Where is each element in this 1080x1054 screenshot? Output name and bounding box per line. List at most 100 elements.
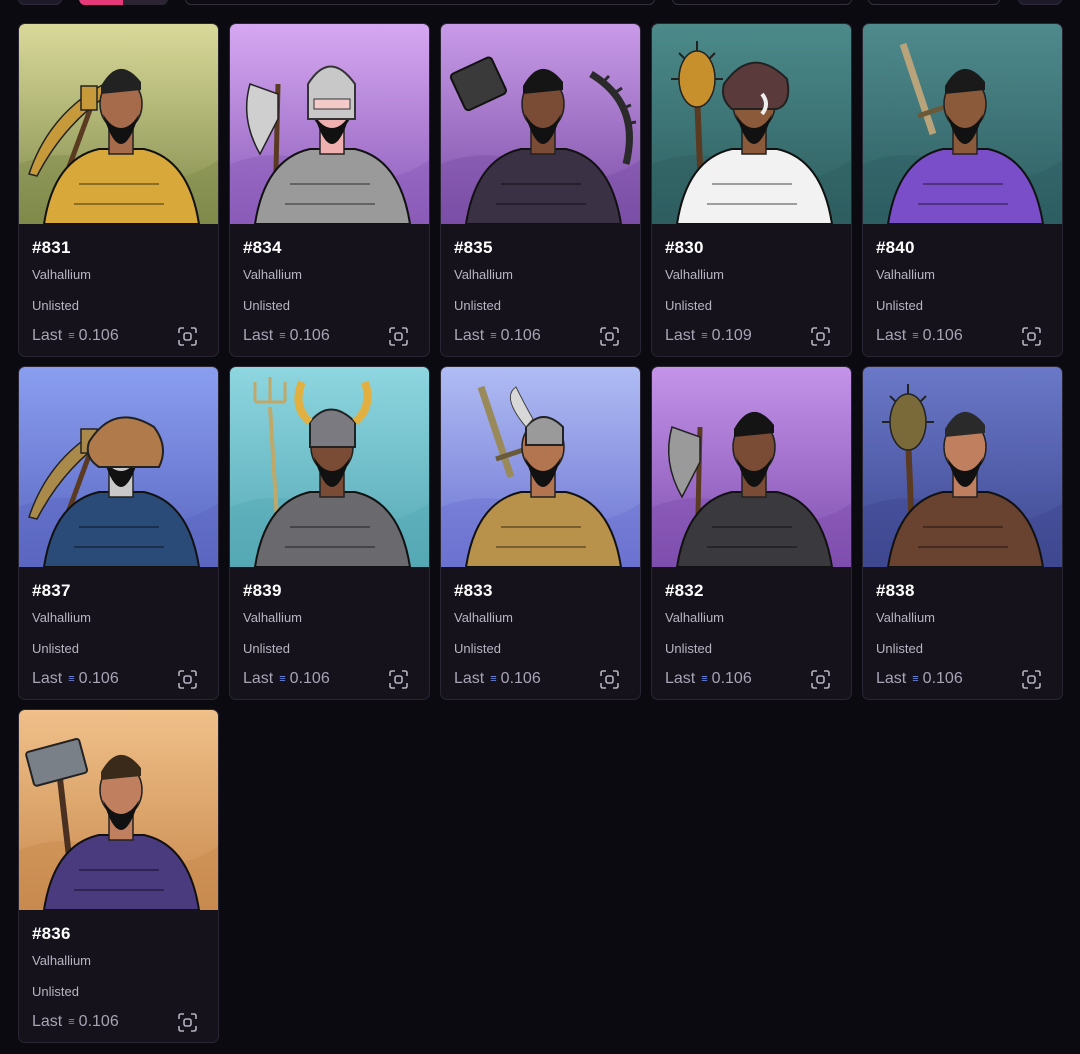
collection-name[interactable]: Valhallium: [665, 267, 724, 282]
collection-name[interactable]: Valhallium: [32, 267, 91, 282]
scan-icon[interactable]: [178, 1013, 197, 1032]
listing-status: Unlisted: [454, 641, 501, 656]
collection-name[interactable]: Valhallium: [243, 610, 302, 625]
eth-icon: ≡: [279, 673, 286, 685]
listing-status: Unlisted: [32, 641, 79, 656]
collection-name[interactable]: Valhallium: [32, 953, 91, 968]
card-info: #838 Valhallium Unlisted Last ≡ 0.106: [863, 567, 1062, 699]
card-info: #833 Valhallium Unlisted Last ≡ 0.106: [441, 567, 640, 699]
nft-artwork: [863, 367, 1062, 567]
price-value: 0.106: [922, 670, 963, 687]
scan-icon[interactable]: [600, 670, 619, 689]
nft-image[interactable]: [863, 367, 1062, 567]
listing-status: Unlisted: [876, 641, 923, 656]
listing-status: Unlisted: [243, 298, 290, 313]
price-value: 0.106: [500, 670, 541, 687]
nft-card[interactable]: #830 Valhallium Unlisted Last ≡ 0.109: [651, 23, 852, 357]
filter-button[interactable]: [18, 0, 62, 5]
gallery-page: #831 Valhallium Unlisted Last ≡ 0.106 #8…: [0, 0, 1080, 1054]
scan-icon[interactable]: [1022, 327, 1041, 346]
eth-icon: ≡: [68, 330, 75, 342]
listing-status: Unlisted: [32, 984, 79, 999]
nft-artwork: [19, 24, 218, 224]
scan-icon[interactable]: [389, 327, 408, 346]
card-info: #831 Valhallium Unlisted Last ≡ 0.106: [19, 224, 218, 356]
collection-name[interactable]: Valhallium: [665, 610, 724, 625]
nft-card[interactable]: #833 Valhallium Unlisted Last ≡ 0.106: [440, 366, 641, 700]
nft-card[interactable]: #831 Valhallium Unlisted Last ≡ 0.106: [18, 23, 219, 357]
token-name: #832: [665, 581, 704, 600]
nft-card[interactable]: #836 Valhallium Unlisted Last ≡ 0.106: [18, 709, 219, 1043]
scan-icon[interactable]: [1022, 670, 1041, 689]
scan-icon[interactable]: [178, 670, 197, 689]
nft-image[interactable]: [230, 24, 429, 224]
scan-icon[interactable]: [389, 670, 408, 689]
token-name: #838: [876, 581, 915, 600]
eth-icon: ≡: [279, 330, 286, 342]
collection-name[interactable]: Valhallium: [454, 610, 513, 625]
eth-icon: ≡: [912, 330, 919, 342]
nft-image[interactable]: [19, 710, 218, 910]
nft-image[interactable]: [652, 367, 851, 567]
collection-name[interactable]: Valhallium: [454, 267, 513, 282]
collection-name[interactable]: Valhallium: [876, 610, 935, 625]
nft-image[interactable]: [652, 24, 851, 224]
view-toggle[interactable]: [79, 0, 168, 5]
eth-icon: ≡: [912, 673, 919, 685]
listing-status: Unlisted: [243, 641, 290, 656]
price-value: 0.109: [711, 327, 752, 344]
last-price: Last ≡ 0.106: [32, 327, 119, 345]
price-value: 0.106: [500, 327, 541, 344]
listing-status: Unlisted: [665, 641, 712, 656]
price-prefix: Last: [243, 327, 274, 344]
search-input[interactable]: [185, 0, 655, 5]
settings-button[interactable]: [1018, 0, 1062, 5]
scan-icon[interactable]: [811, 670, 830, 689]
token-name: #830: [665, 238, 704, 257]
token-name: #837: [32, 581, 71, 600]
eth-icon: ≡: [68, 673, 75, 685]
price-prefix: Last: [454, 327, 485, 344]
last-price: Last ≡ 0.106: [876, 327, 963, 345]
price-value: 0.106: [289, 670, 330, 687]
nft-artwork: [652, 24, 851, 224]
token-name: #833: [454, 581, 493, 600]
collection-name[interactable]: Valhallium: [876, 267, 935, 282]
nft-card[interactable]: #834 Valhallium Unlisted Last ≡ 0.106: [229, 23, 430, 357]
nft-image[interactable]: [19, 24, 218, 224]
nft-image[interactable]: [441, 24, 640, 224]
eth-icon: ≡: [701, 330, 708, 342]
nft-image[interactable]: [441, 367, 640, 567]
nft-card[interactable]: #838 Valhallium Unlisted Last ≡ 0.106: [862, 366, 1063, 700]
nft-artwork: [230, 24, 429, 224]
list-view-segment[interactable]: [123, 0, 168, 5]
listing-status: Unlisted: [876, 298, 923, 313]
nft-grid: #831 Valhallium Unlisted Last ≡ 0.106 #8…: [18, 23, 1063, 1043]
last-price: Last ≡ 0.106: [454, 670, 541, 688]
last-price: Last ≡ 0.106: [243, 327, 330, 345]
grid-view-segment[interactable]: [79, 0, 123, 5]
nft-card[interactable]: #839 Valhallium Unlisted Last ≡ 0.106: [229, 366, 430, 700]
nft-image[interactable]: [863, 24, 1062, 224]
price-value: 0.106: [289, 327, 330, 344]
nft-image[interactable]: [19, 367, 218, 567]
sort-select[interactable]: [672, 0, 852, 5]
collection-name[interactable]: Valhallium: [32, 610, 91, 625]
nft-card[interactable]: #832 Valhallium Unlisted Last ≡ 0.106: [651, 366, 852, 700]
size-select[interactable]: [868, 0, 1000, 5]
price-value: 0.106: [711, 670, 752, 687]
nft-card[interactable]: #840 Valhallium Unlisted Last ≡ 0.106: [862, 23, 1063, 357]
scan-icon[interactable]: [178, 327, 197, 346]
listing-status: Unlisted: [665, 298, 712, 313]
price-prefix: Last: [876, 327, 907, 344]
nft-image[interactable]: [230, 367, 429, 567]
nft-card[interactable]: #835 Valhallium Unlisted Last ≡ 0.106: [440, 23, 641, 357]
nft-card[interactable]: #837 Valhallium Unlisted Last ≡ 0.106: [18, 366, 219, 700]
collection-name[interactable]: Valhallium: [243, 267, 302, 282]
card-info: #836 Valhallium Unlisted Last ≡ 0.106: [19, 910, 218, 1042]
price-value: 0.106: [78, 670, 119, 687]
last-price: Last ≡ 0.106: [32, 1013, 119, 1031]
scan-icon[interactable]: [600, 327, 619, 346]
scan-icon[interactable]: [811, 327, 830, 346]
card-info: #832 Valhallium Unlisted Last ≡ 0.106: [652, 567, 851, 699]
